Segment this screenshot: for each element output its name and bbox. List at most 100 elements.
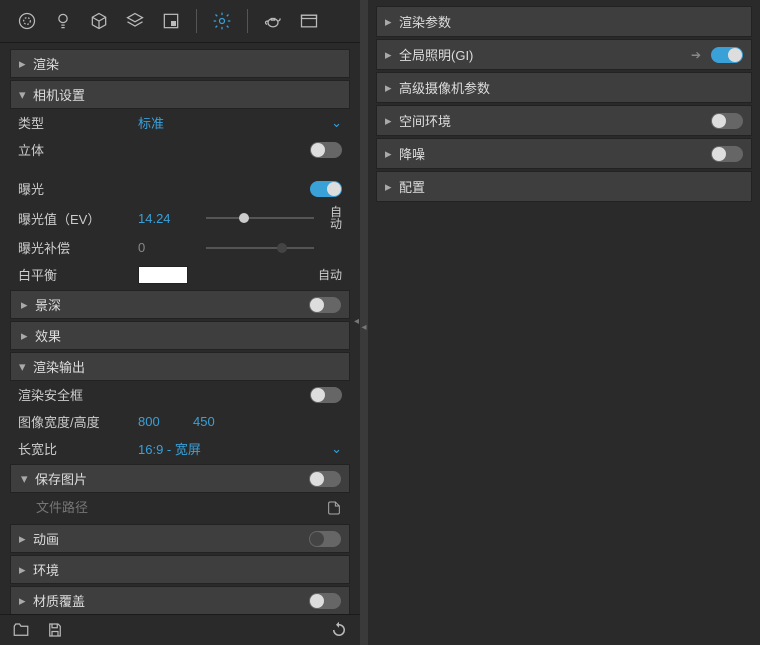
caret-down-icon: ▾ bbox=[21, 471, 31, 487]
caret-down-icon: ▾ bbox=[19, 359, 29, 375]
file-path-input[interactable] bbox=[30, 496, 326, 519]
collapse-right-icon[interactable]: ◂ bbox=[354, 316, 359, 327]
label-ev-auto[interactable]: 自动 bbox=[322, 206, 342, 230]
label-wb-auto[interactable]: 自动 bbox=[318, 269, 342, 281]
save-icon[interactable] bbox=[46, 621, 64, 639]
panel-gutter: ◂ bbox=[360, 0, 368, 645]
toggle-exposure[interactable] bbox=[310, 181, 342, 197]
file-browse-icon[interactable] bbox=[326, 500, 342, 516]
left-toolbar bbox=[0, 0, 360, 43]
caret-right-icon: ▸ bbox=[385, 179, 395, 195]
section-gi[interactable]: ▸ 全局照明(GI) ➔ bbox=[376, 39, 752, 70]
toggle-stereo[interactable] bbox=[310, 142, 342, 158]
value-exp-comp[interactable]: 0 bbox=[138, 240, 198, 255]
row-safe-frame: 渲染安全框 bbox=[10, 381, 350, 408]
section-label: 降噪 bbox=[399, 144, 711, 163]
tab-teapot-icon[interactable] bbox=[256, 6, 290, 36]
caret-right-icon: ▸ bbox=[21, 297, 31, 313]
caret-right-icon: ▸ bbox=[385, 80, 395, 96]
label-stereo: 立体 bbox=[18, 140, 138, 159]
tab-framebuffer-icon[interactable] bbox=[292, 6, 326, 36]
tab-layers-icon[interactable] bbox=[118, 6, 152, 36]
caret-right-icon: ▸ bbox=[385, 146, 395, 162]
toggle-denoise[interactable] bbox=[711, 146, 743, 162]
section-save-image[interactable]: ▾ 保存图片 bbox=[10, 464, 350, 493]
tab-cube-icon[interactable] bbox=[82, 6, 116, 36]
caret-right-icon: ▸ bbox=[19, 593, 29, 609]
tab-square-icon[interactable] bbox=[154, 6, 188, 36]
section-environment[interactable]: ▸环境 bbox=[10, 555, 350, 584]
label-aspect: 长宽比 bbox=[18, 439, 138, 458]
arrow-right-icon: ➔ bbox=[691, 48, 701, 62]
label-exposure: 曝光 bbox=[18, 179, 138, 198]
chevron-down-icon[interactable]: ⌄ bbox=[326, 441, 342, 457]
section-label: 保存图片 bbox=[35, 469, 309, 488]
section-label: 配置 bbox=[399, 177, 743, 196]
section-label: 渲染参数 bbox=[399, 12, 743, 31]
slider-ev[interactable] bbox=[206, 210, 314, 226]
section-render-params[interactable]: ▸ 渲染参数 bbox=[376, 6, 752, 37]
slider-exp-comp[interactable] bbox=[206, 240, 314, 256]
reset-icon[interactable] bbox=[330, 621, 348, 639]
value-width[interactable]: 800 bbox=[138, 414, 193, 429]
caret-right-icon: ▸ bbox=[385, 14, 395, 30]
left-panel: ▸渲染 ▾相机设置 类型 标准 ⌄ 立体 曝光 曝光值（EV） 14.24 自动… bbox=[0, 0, 360, 645]
caret-right-icon: ▸ bbox=[19, 56, 29, 72]
toggle-save-image[interactable] bbox=[309, 471, 341, 487]
right-panel-body: ▸ 渲染参数 ▸ 全局照明(GI) ➔ ▸ 高级摄像机参数 ▸ 空间环境 ▸ 降… bbox=[368, 0, 760, 206]
toggle-material-override[interactable] bbox=[309, 593, 341, 609]
section-camera-settings[interactable]: ▾相机设置 bbox=[10, 80, 350, 109]
section-material-override[interactable]: ▸ 材质覆盖 bbox=[10, 586, 350, 614]
section-label: 材质覆盖 bbox=[33, 591, 309, 610]
caret-right-icon: ▸ bbox=[19, 531, 29, 547]
section-config[interactable]: ▸ 配置 bbox=[376, 171, 752, 202]
toolbar-separator bbox=[247, 9, 248, 33]
section-label: 渲染输出 bbox=[33, 357, 85, 376]
dropdown-aspect[interactable]: 16:9 - 宽屏 bbox=[138, 439, 326, 458]
label-dimensions: 图像宽度/高度 bbox=[18, 412, 138, 431]
section-label: 空间环境 bbox=[399, 111, 711, 130]
toggle-safe-frame[interactable] bbox=[310, 387, 342, 403]
toggle-spatial-env[interactable] bbox=[711, 113, 743, 129]
caret-right-icon: ▸ bbox=[21, 328, 31, 344]
toggle-animation[interactable] bbox=[309, 531, 341, 547]
row-file-path bbox=[10, 493, 350, 522]
label-type: 类型 bbox=[18, 113, 138, 132]
chevron-down-icon[interactable]: ⌄ bbox=[326, 115, 342, 131]
row-camera-type: 类型 标准 ⌄ bbox=[10, 109, 350, 136]
section-label: 高级摄像机参数 bbox=[399, 78, 743, 97]
tab-lightbulb-icon[interactable] bbox=[46, 6, 80, 36]
toggle-gi[interactable] bbox=[711, 47, 743, 63]
collapse-left-icon[interactable]: ◂ bbox=[360, 320, 368, 336]
section-render-output[interactable]: ▾渲染输出 bbox=[10, 352, 350, 381]
section-label: 景深 bbox=[35, 295, 309, 314]
section-render[interactable]: ▸渲染 bbox=[10, 49, 350, 78]
row-exposure-comp: 曝光补偿 0 bbox=[10, 234, 350, 261]
tab-settings-icon[interactable] bbox=[205, 6, 239, 36]
value-height[interactable]: 450 bbox=[193, 414, 253, 429]
color-swatch-wb[interactable] bbox=[138, 266, 188, 284]
label-safe-frame: 渲染安全框 bbox=[18, 385, 138, 404]
label-exp-comp: 曝光补偿 bbox=[18, 238, 138, 257]
row-ev: 曝光值（EV） 14.24 自动 bbox=[10, 202, 350, 234]
section-spatial-env[interactable]: ▸ 空间环境 bbox=[376, 105, 752, 136]
section-label: 动画 bbox=[33, 529, 309, 548]
label-ev: 曝光值（EV） bbox=[18, 209, 138, 228]
section-adv-camera[interactable]: ▸ 高级摄像机参数 bbox=[376, 72, 752, 103]
row-stereo: 立体 bbox=[10, 136, 350, 163]
value-ev[interactable]: 14.24 bbox=[138, 211, 198, 226]
row-aspect: 长宽比 16:9 - 宽屏 ⌄ bbox=[10, 435, 350, 462]
row-dimensions: 图像宽度/高度 800 450 bbox=[10, 408, 350, 435]
open-folder-icon[interactable] bbox=[12, 621, 30, 639]
section-label: 效果 bbox=[35, 326, 61, 345]
section-label: 环境 bbox=[33, 560, 59, 579]
section-animation[interactable]: ▸ 动画 bbox=[10, 524, 350, 553]
tab-vray-icon[interactable] bbox=[10, 6, 44, 36]
section-dof[interactable]: ▸ 景深 bbox=[10, 290, 350, 319]
section-effects[interactable]: ▸效果 bbox=[10, 321, 350, 350]
dropdown-camera-type[interactable]: 标准 bbox=[138, 113, 326, 132]
section-denoise[interactable]: ▸ 降噪 bbox=[376, 138, 752, 169]
left-bottom-bar bbox=[0, 614, 360, 645]
toggle-dof[interactable] bbox=[309, 297, 341, 313]
label-wb: 白平衡 bbox=[18, 265, 138, 284]
